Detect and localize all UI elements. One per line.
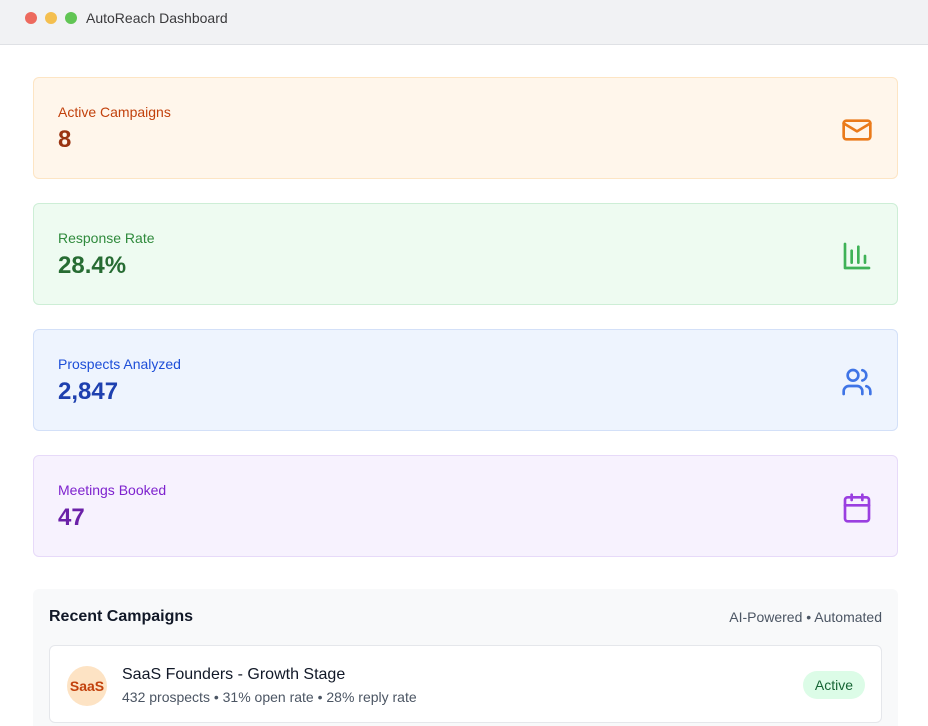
stat-card-prospects-analyzed[interactable]: Prospects Analyzed 2,847 — [33, 329, 898, 431]
mail-icon — [841, 114, 873, 146]
close-window-button[interactable] — [25, 12, 37, 24]
bar-chart-icon — [841, 240, 873, 272]
window-title: AutoReach Dashboard — [86, 10, 228, 26]
stat-label: Response Rate — [58, 230, 155, 246]
maximize-window-button[interactable] — [65, 12, 77, 24]
stat-value: 28.4% — [58, 252, 127, 279]
stat-value: 2,847 — [58, 378, 119, 405]
section-title: Recent Campaigns — [49, 608, 194, 625]
campaign-stats: 432 prospects • 31% open rate • 28% repl… — [122, 689, 417, 705]
window-titlebar: AutoReach Dashboard — [0, 0, 928, 45]
campaign-row[interactable]: SaaS SaaS Founders - Growth Stage 432 pr… — [49, 645, 882, 723]
section-meta: AI-Powered • Automated — [729, 609, 882, 625]
stat-card-response-rate[interactable]: Response Rate 28.4% — [33, 203, 898, 305]
stat-label: Active Campaigns — [58, 104, 171, 120]
stat-value: 47 — [58, 504, 85, 531]
calendar-icon — [841, 492, 873, 524]
stat-card-meetings-booked[interactable]: Meetings Booked 47 — [33, 455, 898, 557]
status-badge: Active — [802, 671, 865, 699]
stat-label: Prospects Analyzed — [58, 356, 181, 372]
stat-card-active-campaigns[interactable]: Active Campaigns 8 — [33, 77, 898, 179]
minimize-window-button[interactable] — [45, 12, 57, 24]
stat-label: Meetings Booked — [58, 482, 167, 498]
users-icon — [841, 366, 873, 398]
recent-campaigns-panel: Recent Campaigns AI-Powered • Automated … — [33, 589, 898, 726]
campaign-avatar: SaaS — [67, 666, 107, 706]
stat-value: 8 — [58, 126, 72, 153]
campaign-name: SaaS Founders - Growth Stage — [122, 666, 346, 683]
